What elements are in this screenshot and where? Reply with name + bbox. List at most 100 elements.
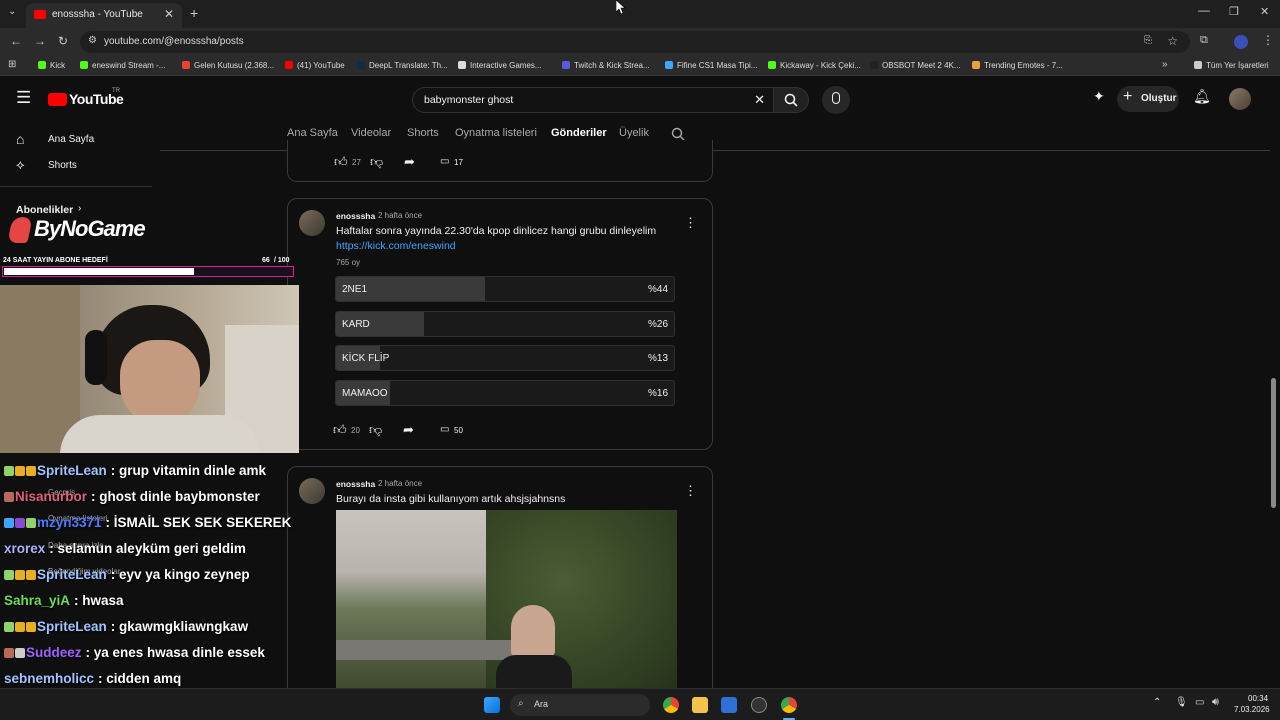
close-tab-icon[interactable]: ✕ [164,7,174,21]
post-author[interactable]: enosssha [336,479,375,489]
forward-icon[interactable]: → [34,34,46,48]
create-button[interactable]: + Oluştur [1117,86,1179,112]
dislike-icon[interactable]: 👎︎ [370,154,383,170]
shorts-icon[interactable]: ⟡ [16,157,25,173]
apps-grid-icon[interactable]: ⊞ [8,59,16,70]
store-icon[interactable] [721,697,737,713]
headphones-shape [85,330,107,385]
tab-videos[interactable]: Videolar [351,127,391,139]
new-tab-icon[interactable]: + [190,5,198,21]
taskbar-search[interactable]: ⌕ Ara [510,694,650,716]
restore-icon[interactable]: ❐ [1229,5,1239,18]
poll-option[interactable]: MAMAOO %16 [335,380,675,406]
bookmark-item[interactable]: OBSBOT Meet 2 4K... [870,61,961,70]
post-menu-icon[interactable]: ⋮ [684,215,697,231]
poll-option[interactable]: KARD %26 [335,311,675,337]
chat-badge-icon [26,570,36,580]
tab-posts[interactable]: Gönderiler [551,127,607,139]
clock-date[interactable]: 7.03.2026 [1234,705,1270,714]
close-window-icon[interactable]: ✕ [1260,5,1269,18]
emotes-icon [972,61,980,69]
sparkle-icon[interactable]: ✦ [1093,88,1105,105]
post-author[interactable]: enosssha [336,211,375,221]
bookmark-item[interactable]: Fifine CS1 Masa Tipi... [665,61,757,70]
like-icon[interactable]: 👍︎ [334,154,348,170]
back-icon[interactable]: ← [10,34,22,48]
hamburger-menu-icon[interactable]: ☰ [16,88,31,108]
windows-taskbar: ⌕ Ara ⌃ 🎙︎ ▭ 🔊︎ 00:34 7.03.2026 [0,688,1280,720]
obs-icon[interactable] [751,697,767,713]
person-shape [511,605,555,657]
post-photo[interactable] [336,510,677,688]
install-icon[interactable]: ⎘ [1144,35,1152,46]
poll-option-percent: %44 [647,284,668,295]
bookmark-item[interactable]: Interactive Games... [458,61,542,70]
like-icon[interactable]: 👍︎ [333,422,347,438]
browser-tab[interactable]: enosssha - YouTube ✕ [26,3,182,28]
post-menu-icon[interactable]: ⋮ [684,483,697,499]
tab-title: enosssha - YouTube [52,9,143,20]
tab-membership[interactable]: Üyelik [619,127,649,139]
bookmark-star-icon[interactable]: ☆ [1167,34,1178,48]
share-icon[interactable]: ➦ [403,422,414,438]
author-avatar[interactable] [299,210,325,236]
tab-playlists[interactable]: Oynatma listeleri [455,127,537,139]
sidebar-subscriptions[interactable]: Abonelikler [16,204,73,216]
tab-home[interactable]: Ana Sayfa [287,127,338,139]
page-scrollbar-thumb[interactable] [1271,378,1276,508]
post-time[interactable]: 2 hafta önce [378,211,422,220]
chat-username: SpriteLean [37,619,107,634]
post-link[interactable]: https://kick.com/eneswind [336,240,456,252]
post-time[interactable]: 2 hafta önce [378,479,422,488]
browser-tab-bar: ⌄ enosssha - YouTube ✕ + — ❐ ✕ [0,0,1280,28]
voice-search-button[interactable] [822,86,850,114]
poll-option[interactable]: KİCK FLİP %13 [335,345,675,371]
all-bookmarks-folder[interactable]: Tüm Yer İşaretleri [1194,61,1269,70]
poll-option[interactable]: 2NE1 %44 [335,276,675,302]
bookmark-item[interactable]: (41) YouTube [285,61,345,70]
url-text[interactable]: youtube.com/@enosssha/posts [104,36,244,47]
dislike-icon[interactable]: 👎︎ [369,422,382,438]
bookmark-item[interactable]: Kickaway - Kick Çeki... [768,61,861,70]
windows-start-icon[interactable] [484,697,500,713]
bookmark-item[interactable]: Kick [38,61,65,70]
browser-menu-icon[interactable]: ⋮ [1262,33,1274,47]
tray-display-icon[interactable]: ▭ [1195,697,1204,708]
search-query[interactable]: babymonster ghost [424,94,513,106]
comment-icon[interactable]: ▭ [440,424,449,435]
tab-shorts[interactable]: Shorts [407,127,439,139]
home-icon[interactable]: ⌂ [16,131,24,147]
site-info-icon[interactable]: ⚙ [88,35,97,46]
chat-text: : eyv ya kingo zeynep [110,567,250,582]
notifications-bell-icon[interactable]: 🔔︎ [1193,88,1211,105]
url-bar[interactable]: ⚙ youtube.com/@enosssha/posts ⎘ ☆ [80,31,1190,53]
sidebar-item-shorts[interactable]: Shorts [48,160,77,171]
bookmark-item[interactable]: eneswind Stream -... [80,61,165,70]
author-avatar[interactable] [299,478,325,504]
comment-icon[interactable]: ▭ [440,156,449,167]
clear-search-icon[interactable]: ✕ [754,92,765,108]
bookmark-item[interactable]: DeepL Translate: Th... [357,61,448,70]
file-explorer-icon[interactable] [692,697,708,713]
sidebar-item-home[interactable]: Ana Sayfa [48,134,94,145]
bookmark-item[interactable]: Trending Emotes - 7... [972,61,1063,70]
extensions-icon[interactable]: ⧉ [1200,34,1208,47]
chrome-icon[interactable] [663,697,679,713]
search-input[interactable]: babymonster ghost ✕ [412,87,774,113]
clock-time[interactable]: 00:34 [1248,694,1268,703]
channel-search-icon[interactable] [671,127,685,141]
profile-avatar[interactable] [1234,35,1248,49]
reload-icon[interactable]: ↻ [58,34,68,48]
minimize-icon[interactable]: — [1198,3,1210,17]
tray-mic-icon[interactable]: 🎙︎ [1175,697,1188,708]
browser-app-icon[interactable] [781,697,797,713]
bookmark-item[interactable]: Twitch & Kick Strea... [562,61,650,70]
tab-search-icon[interactable]: ⌄ [8,6,16,17]
search-button[interactable] [773,87,809,113]
tray-chevron-icon[interactable]: ⌃ [1153,697,1161,708]
account-avatar[interactable] [1229,88,1251,110]
tray-volume-icon[interactable]: 🔊︎ [1212,696,1219,709]
more-bookmarks-icon[interactable]: » [1162,59,1168,70]
bookmark-item[interactable]: Gelen Kutusu (2.368... [182,61,274,70]
share-icon[interactable]: ➦ [404,154,415,170]
